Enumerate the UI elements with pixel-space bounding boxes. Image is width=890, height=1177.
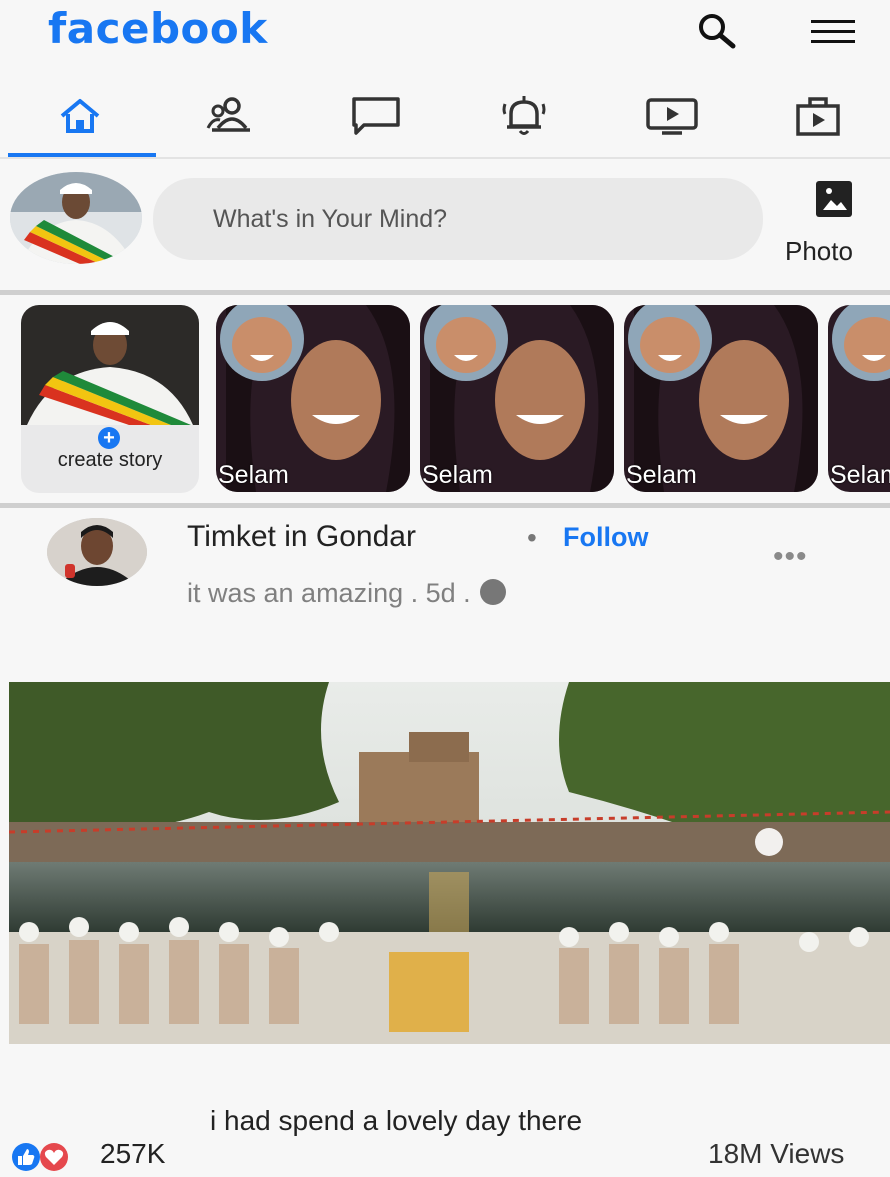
video-icon bbox=[644, 95, 700, 142]
section-divider bbox=[0, 290, 890, 295]
story-name: Selam bbox=[626, 461, 697, 489]
more-options-icon[interactable]: ••• bbox=[773, 540, 808, 574]
privacy-icon bbox=[480, 579, 507, 605]
story-card[interactable]: Selam bbox=[420, 305, 614, 492]
story-card[interactable]: Selam bbox=[828, 305, 890, 492]
post-image[interactable] bbox=[9, 682, 890, 1044]
story-name: Selam bbox=[218, 461, 289, 489]
search-icon[interactable] bbox=[692, 10, 742, 54]
user-avatar[interactable] bbox=[10, 172, 142, 264]
tab-messages[interactable] bbox=[346, 92, 406, 144]
section-divider bbox=[0, 503, 890, 508]
post-author-name[interactable]: Timket in Gondar bbox=[187, 520, 416, 554]
status-composer-input[interactable]: What's in Your Mind? bbox=[153, 178, 763, 260]
post-author-avatar[interactable] bbox=[47, 518, 147, 586]
story-name: Selam bbox=[830, 461, 890, 489]
story-name: Selam bbox=[422, 461, 493, 489]
story-card[interactable]: Selam bbox=[216, 305, 410, 492]
create-story-label: create story bbox=[57, 449, 163, 471]
hamburger-menu-icon[interactable] bbox=[808, 10, 858, 54]
message-icon bbox=[350, 95, 402, 142]
photo-icon[interactable] bbox=[815, 180, 853, 218]
briefcase-icon bbox=[792, 94, 844, 143]
friends-icon bbox=[204, 96, 256, 141]
post-caption: i had spend a lovely day there bbox=[210, 1105, 583, 1136]
tab-marketplace[interactable] bbox=[788, 92, 848, 144]
post-subtitle: it was an amazing . 5d . bbox=[187, 578, 507, 609]
bell-icon bbox=[499, 94, 549, 143]
post-subtitle-text: it was an amazing . 5d . bbox=[187, 578, 471, 608]
tab-watch[interactable] bbox=[642, 92, 702, 144]
tab-home[interactable] bbox=[50, 92, 110, 144]
follow-button[interactable]: Follow bbox=[563, 522, 648, 553]
create-story-card[interactable]: + create story bbox=[21, 305, 199, 493]
home-icon bbox=[58, 96, 102, 141]
story-card[interactable]: Selam bbox=[624, 305, 818, 492]
separator-dot: • bbox=[527, 522, 537, 553]
view-count: 18M Views bbox=[708, 1138, 845, 1169]
plus-icon[interactable]: + bbox=[98, 427, 120, 449]
photo-label[interactable]: Photo bbox=[785, 236, 853, 267]
nav-divider bbox=[0, 157, 890, 159]
reactions-icons[interactable] bbox=[8, 1142, 98, 1177]
tab-notifications[interactable] bbox=[494, 92, 554, 144]
tab-friends[interactable] bbox=[200, 92, 260, 144]
reaction-count[interactable]: 257K bbox=[100, 1138, 165, 1170]
facebook-logo[interactable]: facebook bbox=[48, 4, 268, 53]
